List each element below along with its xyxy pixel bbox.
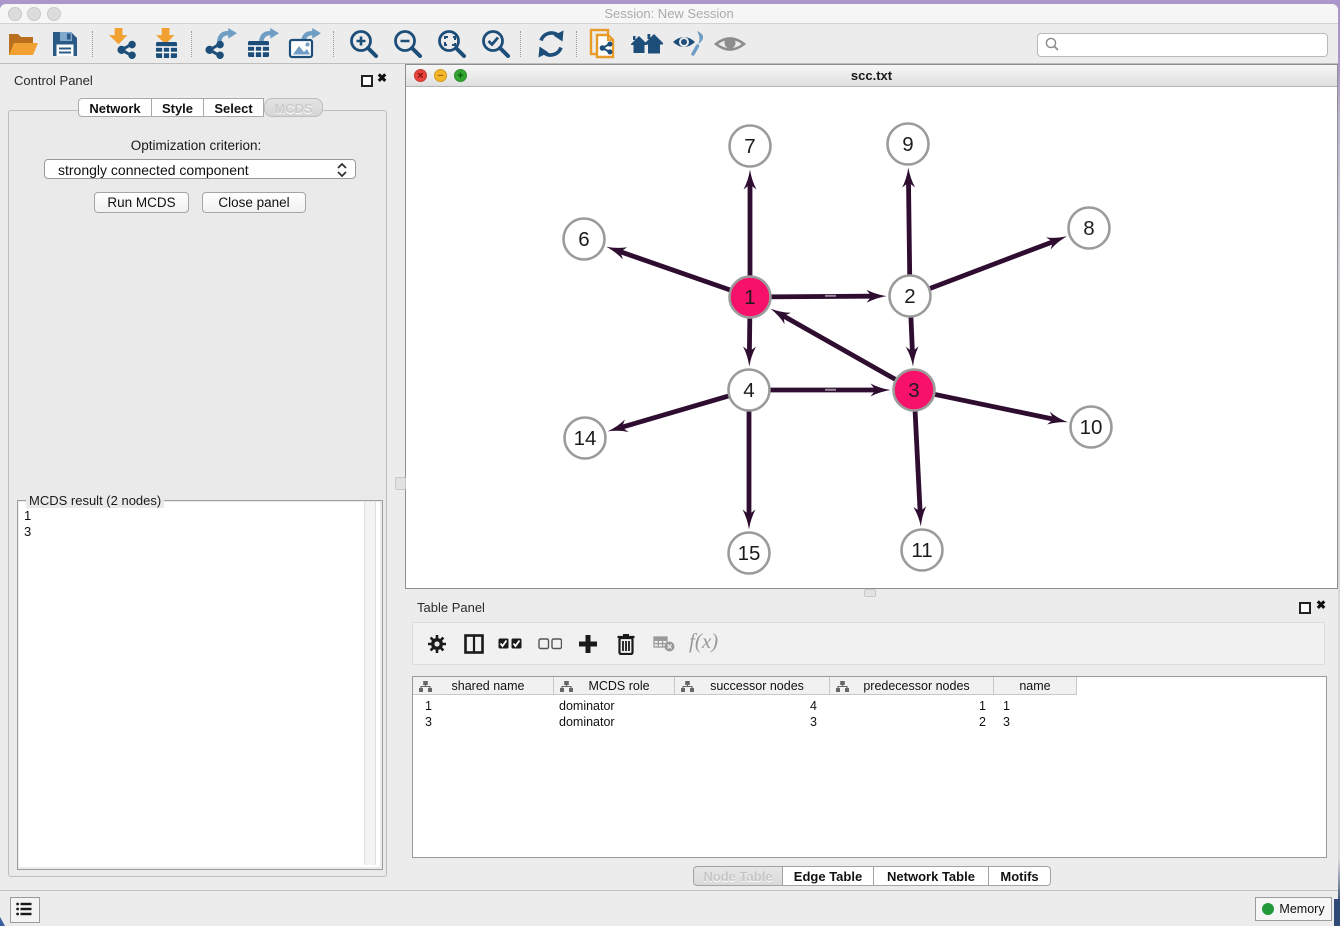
svg-text:10: 10 bbox=[1080, 416, 1103, 439]
svg-text:14: 14 bbox=[574, 427, 597, 450]
svg-text:7: 7 bbox=[744, 135, 755, 158]
svg-text:4: 4 bbox=[743, 379, 754, 402]
svg-text:3: 3 bbox=[908, 379, 919, 402]
svg-text:6: 6 bbox=[578, 228, 589, 251]
svg-text:11: 11 bbox=[911, 539, 932, 562]
svg-text:15: 15 bbox=[738, 542, 761, 565]
svg-text:2: 2 bbox=[904, 285, 915, 308]
svg-text:1: 1 bbox=[744, 286, 755, 309]
svg-text:9: 9 bbox=[902, 133, 913, 156]
svg-text:8: 8 bbox=[1083, 217, 1094, 240]
